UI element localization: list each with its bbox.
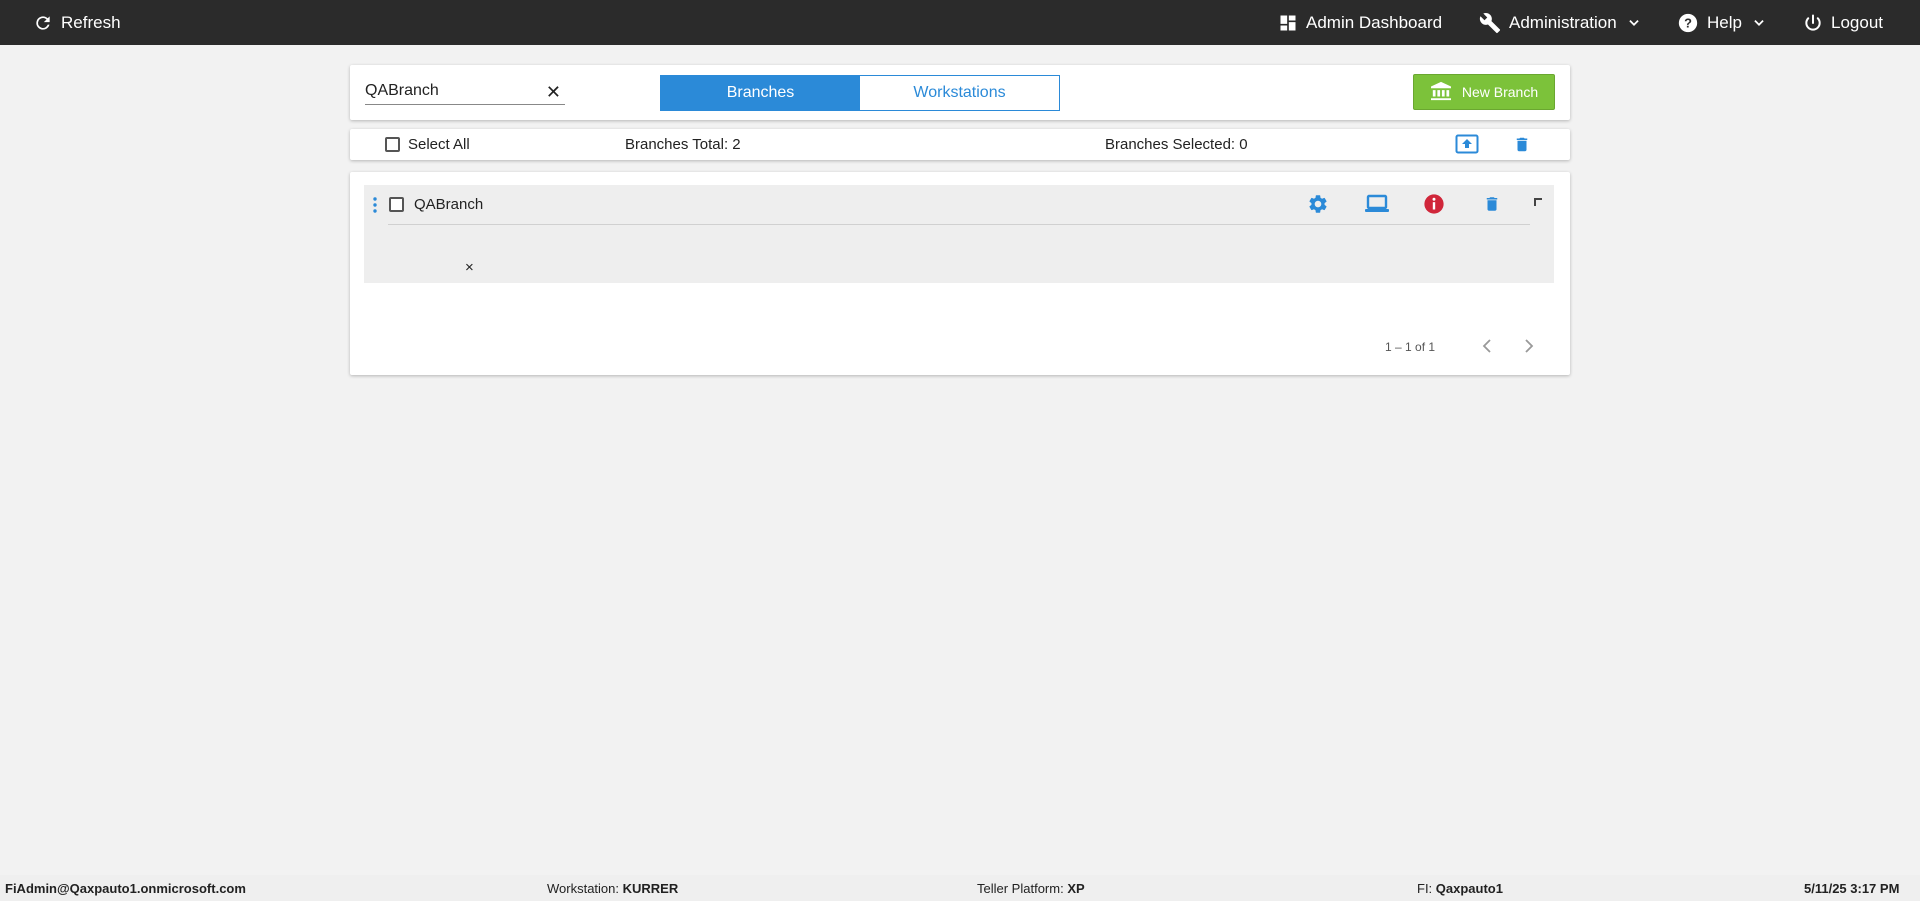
workstation-value: KURRER	[622, 881, 679, 896]
upload-icon[interactable]	[1455, 134, 1479, 159]
fi-value: Qaxpauto1	[1435, 881, 1503, 896]
view-toggle: Branches Workstations	[660, 75, 1060, 111]
footer-fi: FI: Qaxpauto1	[1417, 881, 1503, 896]
footer-platform: Teller Platform: XP	[977, 881, 1085, 896]
selection-toolbar: Select All Branches Total: 2 Branches Se…	[350, 129, 1570, 160]
more-vert-icon[interactable]	[373, 197, 377, 218]
logout-label: Logout	[1831, 12, 1883, 32]
power-icon	[1803, 13, 1823, 33]
svg-text:?: ?	[1684, 15, 1692, 30]
new-branch-label: New Branch	[1461, 84, 1539, 100]
delete-icon[interactable]	[1513, 134, 1531, 160]
close-icon[interactable]: ✕	[546, 82, 561, 102]
laptop-icon[interactable]	[1364, 193, 1390, 220]
dashboard-icon	[1278, 13, 1298, 33]
chevron-right-icon[interactable]	[1520, 337, 1536, 360]
chevron-down-icon	[1627, 16, 1641, 30]
settings-gear-icon[interactable]	[1307, 193, 1329, 220]
administration-label: Administration	[1509, 12, 1617, 32]
platform-value: XP	[1067, 881, 1085, 896]
chevron-down-icon	[1752, 16, 1766, 30]
checkbox-box	[385, 137, 400, 152]
pagination-range: 1 – 1 of 1	[1385, 340, 1436, 354]
row-divider	[388, 224, 1530, 225]
admin-dashboard-link[interactable]: Admin Dashboard	[1278, 0, 1442, 45]
fi-label: FI:	[1417, 881, 1436, 896]
administration-menu[interactable]: Administration	[1479, 0, 1641, 45]
platform-label: Teller Platform:	[977, 881, 1068, 896]
help-menu[interactable]: ? Help	[1677, 0, 1766, 45]
refresh-icon	[33, 13, 53, 33]
workstation-label: Workstation:	[547, 881, 623, 896]
search-card: ✕ Branches Workstations New Branch	[350, 65, 1570, 120]
search-input[interactable]	[365, 79, 535, 103]
footer-workstation: Workstation: KURRER	[547, 881, 678, 896]
info-alert-icon[interactable]	[1423, 193, 1445, 220]
chevron-left-icon[interactable]	[1480, 337, 1496, 360]
bank-icon	[1430, 81, 1452, 104]
branch-list-card: QABranch × 1 – 1 of 1	[350, 172, 1570, 375]
tab-branches[interactable]: Branches	[661, 76, 860, 110]
refresh-label: Refresh	[61, 12, 121, 32]
select-all-checkbox[interactable]: Select All	[385, 136, 470, 153]
logout-button[interactable]: Logout	[1803, 0, 1883, 45]
search-field: ✕	[365, 79, 565, 105]
expand-corner-icon[interactable]	[1534, 198, 1542, 206]
delete-icon[interactable]	[1483, 193, 1501, 220]
footer-user: FiAdmin@Qaxpauto1.onmicrosoft.com	[5, 881, 246, 896]
branch-name: QABranch	[414, 196, 484, 213]
row-checkbox[interactable]	[389, 197, 404, 212]
admin-dashboard-label: Admin Dashboard	[1306, 12, 1443, 32]
footer-datetime: 5/11/25 3:17 PM	[1804, 881, 1900, 896]
help-icon: ?	[1677, 12, 1699, 34]
tab-workstations[interactable]: Workstations	[860, 76, 1059, 110]
branches-selected: Branches Selected: 0	[1105, 136, 1248, 153]
help-label: Help	[1707, 12, 1742, 32]
remove-icon[interactable]: ×	[465, 259, 474, 276]
new-branch-button[interactable]: New Branch	[1413, 74, 1555, 110]
wrench-icon	[1479, 12, 1501, 34]
select-all-label: Select All	[408, 136, 470, 153]
table-row[interactable]: QABranch ×	[364, 185, 1554, 283]
top-nav-bar: Refresh Admin Dashboard Administration ?…	[0, 0, 1920, 45]
branches-total: Branches Total: 2	[625, 136, 741, 153]
status-footer: FiAdmin@Qaxpauto1.onmicrosoft.com Workst…	[0, 875, 1920, 901]
refresh-button[interactable]: Refresh	[33, 0, 121, 45]
